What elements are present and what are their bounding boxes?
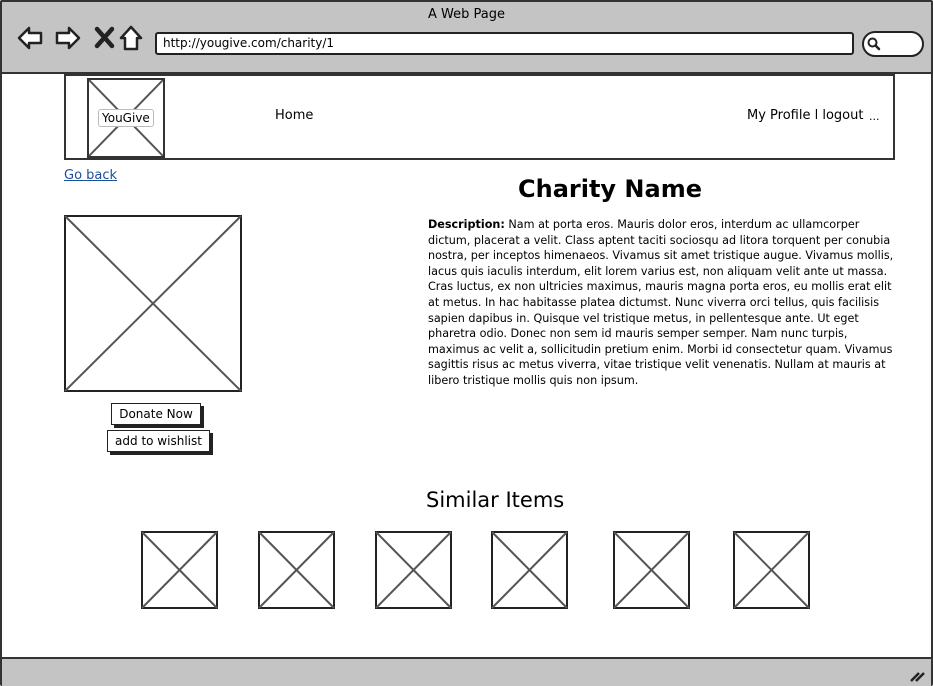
window-title: A Web Page	[428, 7, 505, 22]
similar-item-image[interactable]	[491, 531, 568, 609]
charity-image-placeholder	[64, 215, 242, 392]
nav-home-link[interactable]: Home	[275, 108, 313, 123]
donate-now-button[interactable]: Donate Now	[111, 403, 201, 425]
add-to-wishlist-button[interactable]: add to wishlist	[107, 430, 210, 452]
close-x-icon[interactable]	[92, 24, 120, 52]
browser-statusbar	[2, 657, 931, 686]
resize-grip-icon[interactable]	[909, 668, 925, 682]
similar-item-image[interactable]	[375, 531, 452, 609]
go-back-link[interactable]: Go back	[64, 168, 117, 183]
similar-item-image[interactable]	[258, 531, 335, 609]
similar-item-image[interactable]	[733, 531, 810, 609]
description-text: Nam at porta eros. Mauris dolor eros, in…	[428, 218, 894, 387]
address-bar[interactable]: http://yougive.com/charity/1	[155, 32, 854, 55]
similar-items-heading: Similar Items	[426, 488, 565, 512]
browser-window: A Web Page http://yougive.com/charity/1	[0, 0, 933, 686]
forward-arrow-icon[interactable]	[54, 24, 82, 52]
page-title: Charity Name	[518, 175, 702, 203]
similar-item-image[interactable]	[141, 531, 218, 609]
browser-search-field[interactable]	[862, 31, 924, 57]
search-icon	[867, 37, 881, 51]
nav-profile-logout-link[interactable]: My Profile l logout	[747, 108, 863, 123]
similar-item-image[interactable]	[613, 531, 690, 609]
charity-description: Description: Nam at porta eros. Mauris d…	[428, 217, 896, 389]
description-label: Description:	[428, 218, 505, 231]
logo[interactable]: YouGive	[87, 78, 165, 158]
site-header: YouGive Home My Profile l logout ...	[64, 74, 895, 160]
home-icon[interactable]	[118, 24, 146, 52]
logo-text: YouGive	[98, 109, 154, 127]
browser-titlebar: A Web Page http://yougive.com/charity/1	[2, 2, 931, 74]
nav-more-menu[interactable]: ...	[869, 110, 880, 123]
back-arrow-icon[interactable]	[16, 24, 44, 52]
